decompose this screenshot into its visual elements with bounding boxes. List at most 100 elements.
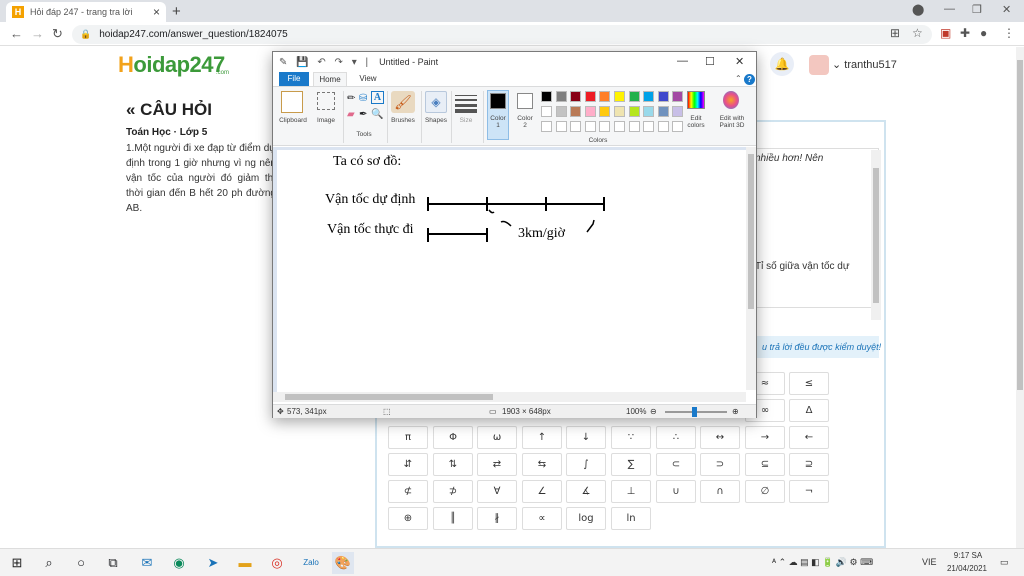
symbol-key[interactable]: ln [611, 507, 651, 530]
edit-colors-icon[interactable] [687, 91, 705, 109]
palette-swatch[interactable] [614, 121, 625, 132]
symbol-key[interactable]: ⊇ [789, 453, 829, 476]
tab-close-icon[interactable]: × [153, 5, 160, 19]
symbol-key[interactable]: ⊥ [611, 480, 651, 503]
palette-swatch[interactable] [541, 106, 552, 117]
image-label[interactable]: Image [311, 117, 341, 124]
shapes-label[interactable]: Shapes [423, 117, 449, 124]
bell-icon[interactable]: 🔔 [770, 52, 794, 76]
symbol-key[interactable]: ↔ [700, 426, 740, 449]
site-logo[interactable]: Hoidap247 [118, 52, 225, 78]
palette-swatch[interactable] [614, 91, 625, 102]
maximize-button[interactable]: ❐ [972, 3, 982, 16]
palette-swatch[interactable] [570, 121, 582, 132]
palette-swatch[interactable] [555, 121, 567, 132]
symbol-key[interactable]: ∴ [656, 426, 696, 449]
palette-swatch[interactable] [599, 91, 611, 102]
select-icon[interactable] [317, 92, 335, 110]
symbol-key[interactable]: ∡ [566, 480, 606, 503]
clock-time[interactable]: 9:17 SA [950, 551, 986, 560]
shapes-icon[interactable]: ◈ [425, 91, 447, 113]
back-button[interactable]: ← [10, 26, 23, 41]
size-label[interactable]: Size [453, 117, 479, 124]
brushes-icon[interactable]: 🖌 [391, 91, 415, 113]
forward-button[interactable]: → [31, 26, 44, 41]
tab-home[interactable]: Home [313, 72, 347, 86]
paint-close-button[interactable]: ✕ [735, 55, 744, 68]
symbol-key[interactable]: ω [477, 426, 517, 449]
palette-swatch[interactable] [541, 91, 552, 102]
search-icon[interactable]: ⌕ [38, 552, 60, 574]
palette-swatch[interactable] [570, 91, 582, 102]
symbol-key[interactable]: ∪ [656, 480, 696, 503]
fill-icon[interactable]: ⛁ [359, 93, 367, 104]
translate-icon[interactable]: ⊞ [890, 26, 900, 40]
telegram-icon[interactable]: ➤ [202, 552, 224, 574]
palette-swatch[interactable] [570, 106, 582, 117]
symbol-key[interactable]: ⊄ [388, 480, 428, 503]
symbol-key[interactable]: ∦ [477, 507, 517, 530]
palette-swatch[interactable] [643, 91, 655, 102]
palette-swatch[interactable] [599, 106, 611, 117]
address-bar[interactable]: 🔒 hoidap247.com/answer_question/1824075 [72, 25, 932, 44]
symbol-key[interactable]: ≤ [789, 372, 829, 395]
paint-maximize-button[interactable]: ☐ [705, 55, 715, 68]
username[interactable]: ⌄ tranthu517 [832, 58, 897, 71]
color-picker-icon[interactable]: ✒ [359, 109, 367, 120]
paint3d-icon[interactable] [723, 91, 739, 109]
symbol-key[interactable]: ⊃ [700, 453, 740, 476]
account-icon[interactable]: ● [980, 26, 987, 40]
browser-tab[interactable]: H Hỏi đáp 247 - trang tra lời × [6, 2, 166, 22]
symbol-key[interactable]: log [566, 507, 606, 530]
clipboard-label[interactable]: Clipboard [275, 117, 311, 124]
symbol-key[interactable]: ⇄ [477, 453, 517, 476]
zoom-out-icon[interactable]: ⊖ [650, 407, 657, 416]
symbol-key[interactable]: ⇆ [522, 453, 562, 476]
palette-swatch[interactable] [628, 91, 640, 102]
language-indicator[interactable]: VIE [922, 557, 937, 567]
zalo-icon[interactable]: Zalo [300, 552, 322, 574]
new-tab-button[interactable]: + [172, 3, 181, 20]
zoom-in-icon[interactable]: ⊕ [732, 407, 739, 416]
chrome-icon[interactable]: ◎ [266, 552, 288, 574]
palette-swatch[interactable] [614, 106, 625, 117]
color2-label[interactable]: Color 2 [513, 115, 537, 129]
symbol-key[interactable]: ∑ [611, 453, 651, 476]
palette-swatch[interactable] [599, 121, 611, 132]
file-explorer-icon[interactable]: ▬ [234, 552, 256, 574]
close-button[interactable]: ✕ [1002, 3, 1011, 16]
text-icon[interactable]: A [371, 91, 384, 104]
symbol-key[interactable]: ∝ [522, 507, 562, 530]
symbol-key[interactable]: ║ [433, 507, 473, 530]
paint-taskbar-icon[interactable]: 🎨 [332, 552, 354, 574]
help-icon[interactable]: ? [744, 74, 755, 85]
canvas-hscroll-thumb[interactable] [285, 394, 493, 400]
pencil-icon[interactable]: ✏ [347, 93, 355, 104]
avatar[interactable] [809, 55, 829, 75]
paint-minimize-button[interactable]: — [677, 55, 688, 67]
symbol-key[interactable]: ⊆ [745, 453, 785, 476]
palette-swatch[interactable] [657, 91, 669, 102]
task-view-icon[interactable]: ⧉ [102, 552, 124, 574]
magnifier-icon[interactable]: 🔍 [371, 109, 383, 120]
editor-scroll-thumb[interactable] [873, 168, 879, 303]
symbol-key[interactable]: → [745, 426, 785, 449]
palette-swatch[interactable] [657, 121, 669, 132]
palette-swatch[interactable] [672, 91, 684, 102]
tab-view[interactable]: View [353, 72, 383, 86]
symbol-key[interactable]: ∫ [566, 453, 606, 476]
drawing-canvas[interactable]: Ta có sơ đồ: Vận tốc dự định Vận tốc thự… [277, 150, 746, 392]
clock-date[interactable]: 21/04/2021 [944, 564, 990, 573]
symbol-key[interactable]: ¬ [789, 480, 829, 503]
windows-start-icon[interactable]: ⊞ [6, 552, 28, 574]
edit-paint3d-label[interactable]: Edit with Paint 3D [714, 115, 750, 129]
tray-icons[interactable]: ᴬ ⌃ ☁ ▤ ◧ 🔋 🔊 ⚙ ⌨ [772, 557, 873, 568]
quick-access-icons[interactable]: ✎ 💾 ↶ ↷ ▾ | [279, 57, 371, 68]
extension-icon[interactable]: ▣ [940, 26, 951, 40]
symbol-key[interactable]: π [388, 426, 428, 449]
color2-swatch[interactable] [517, 93, 533, 109]
edit-colors-label[interactable]: Edit colors [681, 115, 711, 129]
symbol-key[interactable]: Φ [433, 426, 473, 449]
tab-file[interactable]: File [279, 72, 309, 86]
puzzle-icon[interactable]: ✚ [960, 26, 970, 40]
